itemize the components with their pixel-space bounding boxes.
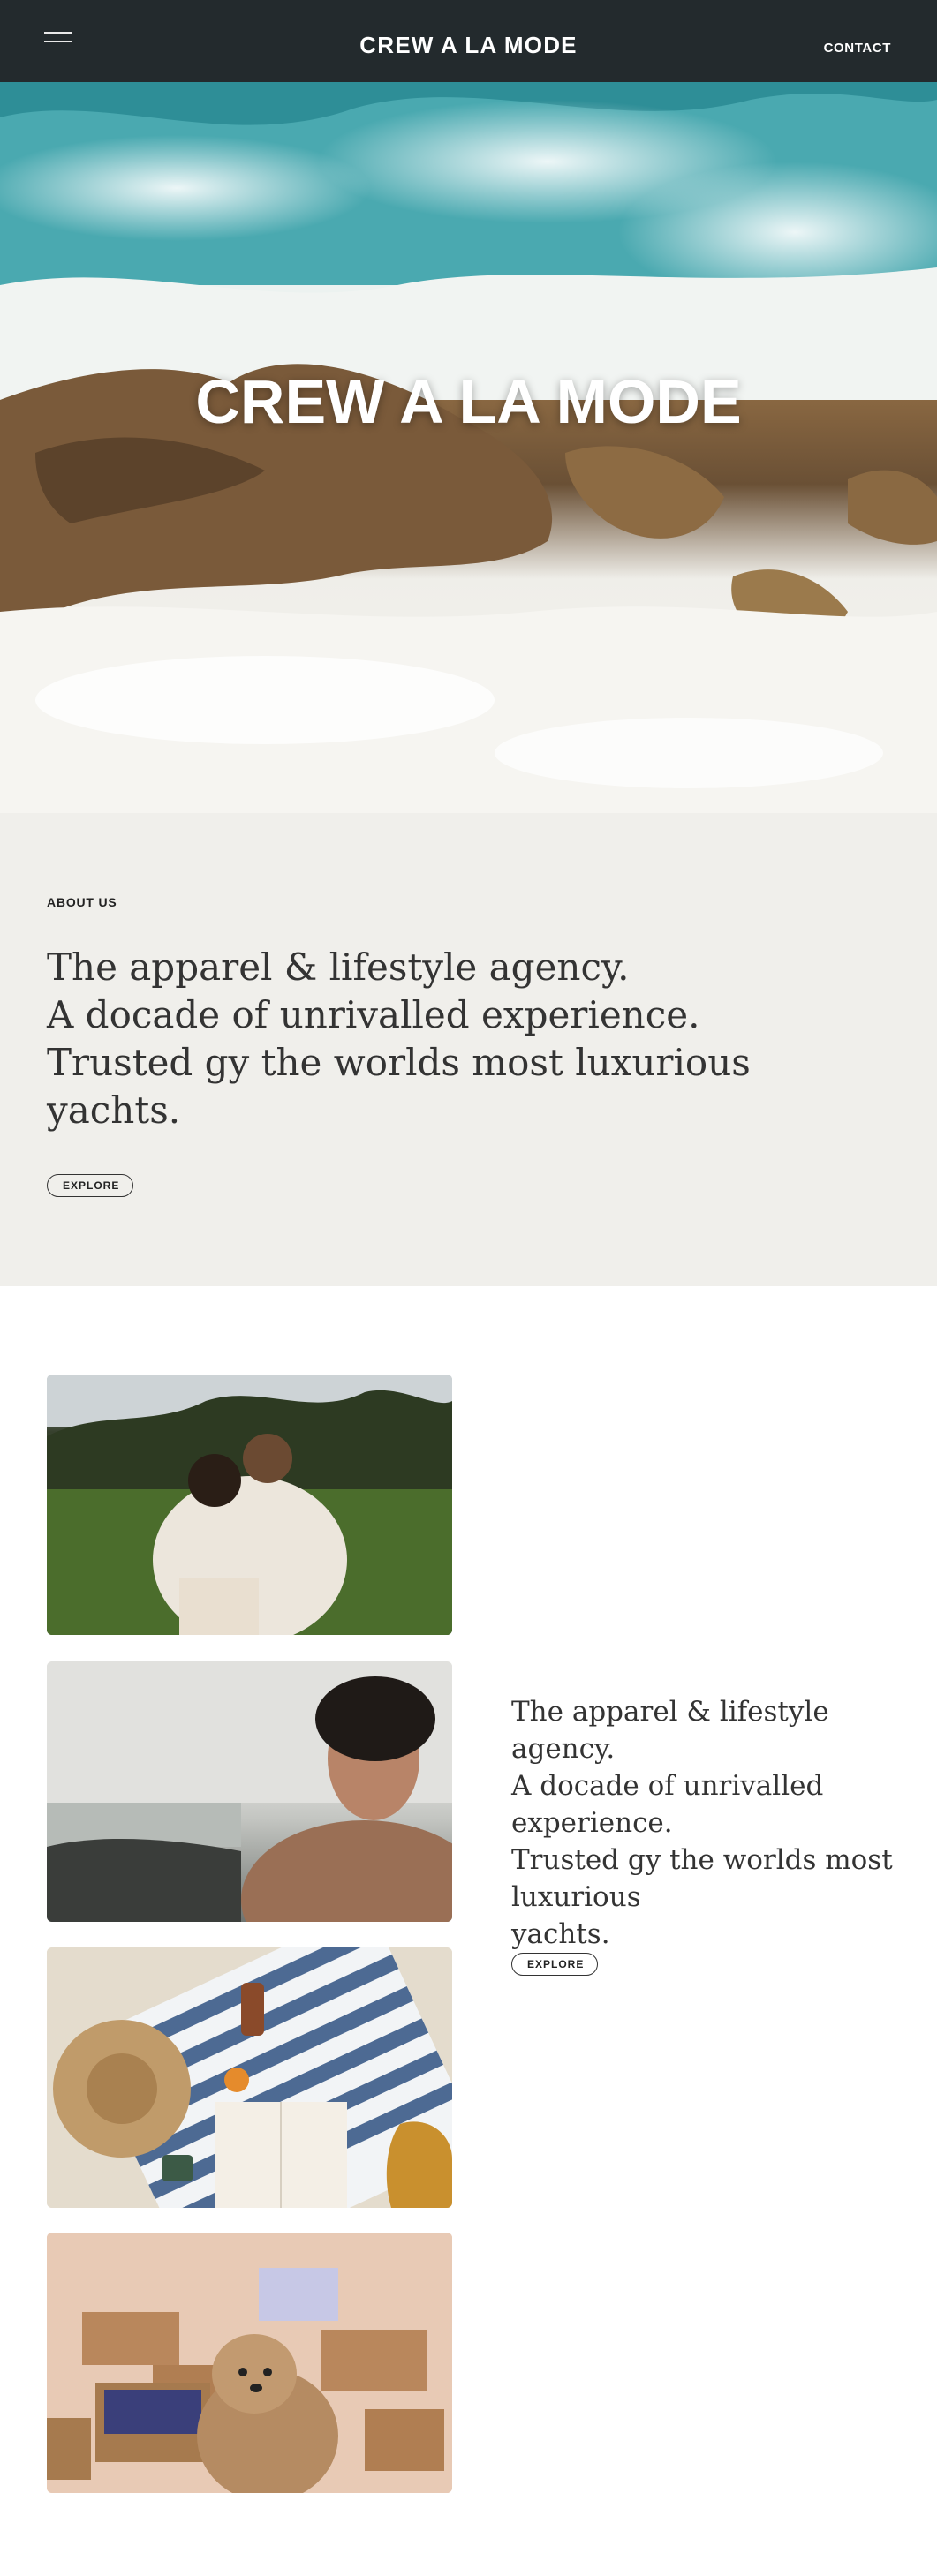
contact-link[interactable]: CONTACT	[824, 41, 891, 56]
site-header: CREW A LA MODE CONTACT	[0, 0, 937, 82]
gallery-line: Trusted gy the worlds most	[511, 1844, 893, 1876]
about-section: ABOUT US The apparel & lifestyle agency.…	[0, 813, 937, 1286]
hero-banner: CREW A LA MODE	[0, 82, 937, 813]
man-portrait-photo	[47, 1661, 452, 1922]
couple-photo	[47, 1375, 452, 1635]
gallery-line: experience.	[511, 1807, 673, 1839]
about-statement: The apparel & lifestyle agency. A docade…	[47, 944, 842, 1134]
gallery-line: luxurious	[511, 1881, 641, 1913]
hero-title: CREW A LA MODE	[195, 367, 742, 436]
gallery-line: The apparel & lifestyle agency.	[511, 1696, 829, 1765]
gallery-section: The apparel & lifestyle agency. A docade…	[0, 1286, 937, 2576]
gallery-line: yachts.	[511, 1918, 610, 1950]
about-line: A docade of unrivalled experience.	[47, 993, 700, 1036]
gallery-line: A docade of unrivalled	[511, 1770, 824, 1802]
brand-logo[interactable]: CREW A LA MODE	[0, 32, 937, 58]
beach-picnic-photo	[47, 1947, 452, 2208]
explore-button[interactable]: EXPLORE	[47, 1174, 133, 1197]
dog-boxes-photo	[47, 2233, 452, 2493]
hero-image	[0, 82, 937, 813]
about-label: ABOUT US	[47, 895, 117, 909]
gallery-explore-button[interactable]: EXPLORE	[511, 1953, 598, 1976]
gallery-statement: The apparel & lifestyle agency. A docade…	[511, 1693, 926, 1953]
about-line: The apparel & lifestyle agency.	[47, 945, 630, 989]
about-line: yachts.	[47, 1088, 181, 1132]
about-line: Trusted gy the worlds most luxurious	[47, 1041, 751, 1084]
